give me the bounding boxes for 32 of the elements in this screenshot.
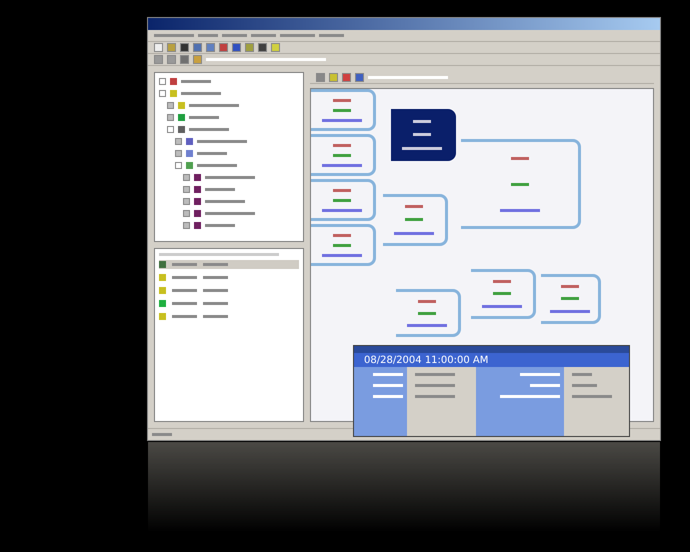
tree-item-blur[interactable]	[181, 80, 211, 82]
tree-item-blur[interactable]	[189, 116, 219, 118]
expander-icon[interactable]	[167, 114, 174, 120]
tree-item-blur[interactable]	[205, 200, 245, 202]
match-bracket[interactable]	[391, 109, 456, 161]
tree-item-blur[interactable]	[189, 128, 229, 130]
dropdown-field[interactable]	[368, 76, 448, 79]
tree-item-blur[interactable]	[197, 152, 227, 154]
dropdown-field[interactable]	[159, 253, 279, 256]
tree-item-blur[interactable]	[205, 188, 235, 190]
expander-icon[interactable]	[183, 174, 190, 180]
tree-item-blur[interactable]	[205, 224, 235, 226]
tree-item-blur[interactable]	[197, 164, 237, 166]
expander-icon[interactable]	[175, 150, 182, 156]
tree-item-blur[interactable]	[197, 140, 247, 142]
address-field[interactable]	[206, 58, 326, 61]
expander-icon[interactable]	[167, 126, 174, 132]
list-row[interactable]	[159, 260, 299, 269]
tree-item-blur[interactable]	[189, 104, 239, 106]
expander-icon[interactable]	[183, 222, 190, 228]
expander-icon[interactable]	[175, 162, 182, 168]
expander-icon[interactable]	[175, 138, 182, 144]
expander-icon[interactable]	[159, 78, 166, 84]
tree-item-blur[interactable]	[181, 92, 221, 94]
expander-icon[interactable]	[183, 186, 190, 192]
expander-icon[interactable]	[183, 198, 190, 204]
expander-icon[interactable]	[167, 102, 174, 108]
expander-icon[interactable]	[159, 90, 166, 96]
tree-item-blur[interactable]	[205, 176, 255, 178]
tree-item-blur[interactable]	[205, 212, 255, 214]
expander-icon[interactable]	[183, 210, 190, 216]
popup-date: 08/28/2004 11:00:00 AM	[364, 354, 488, 366]
